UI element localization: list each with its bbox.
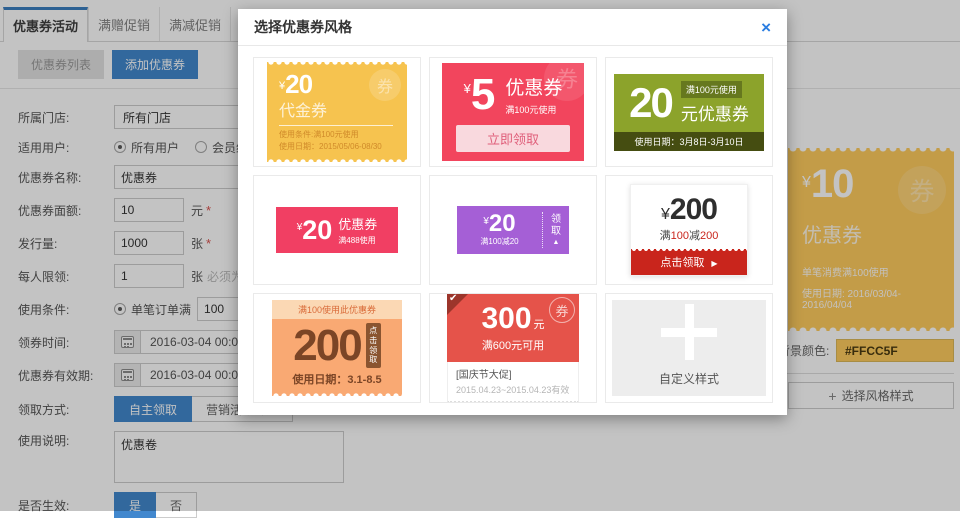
style-card-purple-small[interactable]: ¥20 满100减20 领取 ▲ xyxy=(429,175,597,285)
perforated-edge xyxy=(272,392,402,396)
coupon-amount: ¥200 xyxy=(631,193,747,227)
coupon-date: 使用日期：3月8日-3月10日 xyxy=(614,132,764,151)
coupon-amount: 20 xyxy=(629,84,672,122)
coupon-condition: 满600元可用 xyxy=(447,337,579,353)
coupon-style-7: 满100使用此优惠券 200 点击领取 使用日期：3.1-8.5 xyxy=(272,300,402,395)
coupon-condition-badge: 满100元使用 xyxy=(681,81,742,98)
coupon-condition: 满100减200 xyxy=(631,227,747,243)
coupon-style-8: ✔ 券 300元 满600元可用 [国庆节大促] 2015.04.23~2015… xyxy=(447,293,579,403)
modal-title: 选择优惠券风格 xyxy=(254,17,761,37)
modal-header: 选择优惠券风格 × xyxy=(238,9,787,46)
coupon-name: 优惠券 xyxy=(505,73,562,100)
coupon-date: 使用日期：3.1-8.5 xyxy=(272,368,402,392)
coupon-condition: 满100减20 xyxy=(457,236,542,247)
coupon-amount: 200 xyxy=(293,327,360,364)
click-claim-button[interactable]: 点击领取▶ xyxy=(631,249,747,275)
triangle-right-icon: ▶ xyxy=(711,259,717,268)
coupon-amount: ¥20 xyxy=(297,218,333,242)
coupon-style-1: ¥20 代金券 使用条件:满100元使用 使用日期：2015/05/06-08/… xyxy=(267,62,407,162)
custom-style-card: 自定义样式 xyxy=(612,300,766,396)
coupon-style-4: ¥20 优惠券 满488使用 xyxy=(276,207,398,253)
coupon-style-6: ¥200 满100减200 点击领取▶ xyxy=(630,184,748,276)
coupon-watermark-icon: 券 xyxy=(369,69,401,101)
plus-icon xyxy=(661,304,717,360)
coupon-validity: 2015.04.23~2015.04.23有效 xyxy=(456,383,570,396)
style-card-custom[interactable]: 自定义样式 xyxy=(605,293,773,403)
coupon-style-3: 20 满100元使用 元优惠券 使用日期：3月8日-3月10日 xyxy=(614,74,764,151)
coupon-date: 使用日期：2015/05/06-08/30 xyxy=(279,141,399,153)
coupon-amount: ¥20 xyxy=(457,213,542,235)
coupon-name: 优惠券 xyxy=(338,214,377,233)
coupon-watermark-icon: 券 xyxy=(549,297,575,323)
perforated-edge xyxy=(631,249,747,252)
style-card-green-banner[interactable]: 20 满100元使用 元优惠券 使用日期：3月8日-3月10日 xyxy=(605,57,773,167)
click-claim-label: 点击领取 xyxy=(366,323,381,367)
check-icon: ✔ xyxy=(449,293,457,304)
style-card-pink-claim[interactable]: 券 ¥5 优惠券 满100元使用 立即领取 xyxy=(429,57,597,167)
coupon-condition: 满100元使用 xyxy=(505,103,562,116)
close-icon[interactable]: × xyxy=(761,19,771,36)
coupon-style-2: 券 ¥5 优惠券 满100元使用 立即领取 xyxy=(442,63,584,161)
divider xyxy=(279,125,393,126)
custom-style-label: 自定义样式 xyxy=(659,370,719,387)
style-card-yellow-stamp[interactable]: ¥20 代金券 使用条件:满100元使用 使用日期：2015/05/06-08/… xyxy=(253,57,421,167)
coupon-style-5: ¥20 满100减20 领取 ▲ xyxy=(457,206,569,254)
coupon-tag: [国庆节大促] xyxy=(456,366,570,381)
claim-label: 领取 xyxy=(550,214,562,237)
coupon-name: 元优惠券 xyxy=(681,100,749,125)
coupon-condition-band: 满100使用此优惠券 xyxy=(272,300,402,319)
style-card-pink-small[interactable]: ¥20 优惠券 满488使用 xyxy=(253,175,421,285)
style-card-orange[interactable]: 满100使用此优惠券 200 点击领取 使用日期：3.1-8.5 xyxy=(253,293,421,403)
style-card-white-red-strip[interactable]: ¥200 满100减200 点击领取▶ xyxy=(605,175,773,285)
coupon-style-modal: 选择优惠券风格 × ¥20 代金券 使用条件:满100元使用 使用日期：2015… xyxy=(238,9,787,415)
coupon-amount: ¥5 xyxy=(464,75,496,115)
style-grid: ¥20 代金券 使用条件:满100元使用 使用日期：2015/05/06-08/… xyxy=(238,46,787,414)
coupon-condition: 满488使用 xyxy=(338,235,377,246)
claim-now-button[interactable]: 立即领取 xyxy=(456,125,570,152)
triangle-up-icon: ▲ xyxy=(553,239,560,246)
perforated-edge xyxy=(267,158,407,162)
coupon-condition: 使用条件:满100元使用 xyxy=(279,129,399,141)
style-card-red-white[interactable]: ✔ 券 300元 满600元可用 [国庆节大促] 2015.04.23~2015… xyxy=(429,293,597,403)
